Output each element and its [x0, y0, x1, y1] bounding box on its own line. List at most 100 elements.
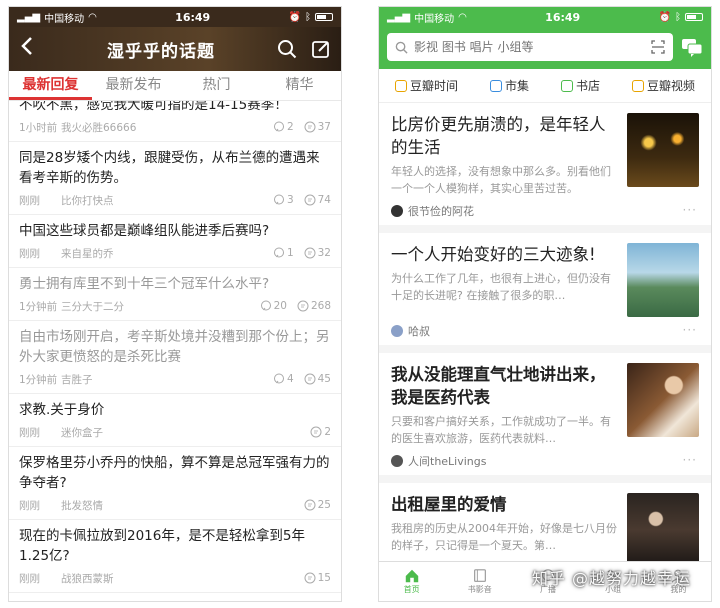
post-author[interactable]: 比你打快点 [61, 193, 263, 208]
like-icon [273, 373, 284, 384]
signal-icon: ▂▄▆ [387, 11, 411, 23]
feed-card[interactable]: 出租屋里的爱情 我租房的历史从2004年开始，好像是七八月份的样子，只记得是一个夏… [379, 483, 711, 563]
tab-latest-reply[interactable]: 最新回复 [9, 71, 92, 100]
list-item[interactable]: 求教.关于身价 刚刚 迷你盒子 2 [9, 394, 341, 447]
comment-count[interactable]: 2 [310, 426, 331, 438]
channel-item[interactable]: 豆瓣时间 [394, 77, 458, 94]
search-button[interactable] [277, 39, 297, 59]
like-icon [260, 300, 271, 311]
post-author[interactable]: 批发怒情 [61, 498, 294, 513]
comment-icon [304, 247, 316, 259]
nav-label: 书影音 [467, 585, 492, 594]
card-description: 为什么工作了几年，也很有上进心，但仍没有十足的长进呢? 在接触了很多的职… [391, 272, 611, 302]
like-count[interactable]: 3 [273, 194, 294, 206]
post-meta: 刚刚 战狼西蒙斯 15 [19, 568, 331, 588]
more-options-icon[interactable]: ··· [683, 453, 697, 467]
channel-item[interactable]: 书店 [560, 77, 600, 94]
search-box[interactable] [387, 33, 673, 61]
like-count[interactable]: 2 [273, 121, 294, 133]
avatar [391, 455, 403, 467]
list-item[interactable]: 现在的卡佩拉放到2016年，是不是轻松拿到5年1.25亿? 刚刚 战狼西蒙斯 15 [9, 520, 341, 593]
scan-icon[interactable] [651, 40, 665, 54]
post-author[interactable]: 三分大于二分 [61, 299, 250, 314]
card-author[interactable]: 人间theLivings [391, 453, 699, 469]
list-item[interactable]: 自由市场刚开启，考辛斯处境并没糟到那个份上；另外大家更愤怒的是杀死比赛 1分钟前吉… [9, 321, 341, 394]
feed-card[interactable]: 比房价更先崩溃的，是年轻人的生活 年轻人的选择，没有想象中那么多。别看他们一个一个… [379, 103, 711, 225]
post-title: 保罗格里芬小乔丹的快船，算不算是总冠军强有力的争夺者? [19, 455, 330, 491]
search-header [379, 27, 711, 69]
post-time: 刚刚 [19, 194, 40, 207]
channel-label: 豆瓣时间 [409, 79, 458, 93]
back-button[interactable] [9, 36, 45, 62]
comment-icon [304, 572, 316, 584]
post-author[interactable]: 迷你盒子 [61, 425, 300, 440]
card-author[interactable]: 很节俭的阿花 [391, 203, 699, 219]
post-author[interactable]: 来自星的乔 [61, 246, 263, 261]
like-count[interactable]: 4 [273, 373, 294, 385]
like-count[interactable]: 1 [273, 247, 294, 259]
nav-item[interactable]: 书影音 [468, 568, 492, 595]
comment-count[interactable]: 37 [304, 121, 331, 133]
post-time: 刚刚 [19, 572, 40, 585]
search-icon [278, 40, 297, 59]
post-meta: 刚刚 比你打快点 3 74 [19, 190, 331, 210]
tab-latest-post[interactable]: 最新发布 [92, 71, 175, 100]
nav-label: 首页 [403, 585, 420, 594]
post-meta: 刚刚 批发怒情 25 [19, 495, 331, 515]
list-item[interactable]: 中国这些球员都是巅峰组队能进季后赛吗? 刚刚 来自星的乔 1 32 [9, 215, 341, 268]
bluetooth-icon: ᛒ [675, 11, 681, 23]
comment-count[interactable]: 74 [304, 194, 331, 206]
post-title: 同是28岁矮个内线，跟腱受伤，从布兰德的遭遇来看考辛斯的伤势。 [19, 150, 320, 186]
compose-button[interactable] [311, 39, 331, 59]
feed-card[interactable]: 一个人开始变好的三大迹象! 为什么工作了几年，也很有上进心，但仍没有十足的长进呢?… [379, 233, 711, 345]
feed-cards[interactable]: 比房价更先崩溃的，是年轻人的生活 年轻人的选择，没有想象中那么多。别看他们一个一个… [379, 103, 711, 563]
post-author[interactable]: 战狼西蒙斯 [61, 571, 294, 586]
post-time: 刚刚 [19, 247, 40, 260]
tab-featured[interactable]: 精华 [258, 71, 341, 100]
post-time: 刚刚 [19, 426, 40, 439]
comment-count[interactable]: 15 [304, 572, 331, 584]
comment-count[interactable]: 45 [304, 373, 331, 385]
post-title: 现在的卡佩拉放到2016年，是不是轻松拿到5年1.25亿? [19, 528, 305, 564]
home-icon [405, 569, 418, 583]
post-time: 1分钟前 [19, 373, 58, 386]
more-options-icon[interactable]: ··· [683, 203, 697, 217]
channel-label: 豆瓣视频 [646, 79, 695, 93]
feed-card[interactable]: 我从没能理直气壮地讲出来，我是医药代表 只要和客户搞好关系，工作就成功了一半。有的… [379, 353, 711, 475]
chat-icon[interactable] [681, 37, 703, 57]
card-author[interactable]: 哈叔 [391, 323, 699, 339]
channel-icon [631, 79, 644, 92]
post-feed[interactable]: 不吹不黑，感觉我大暖可指的是14-15赛季！ 1小时前 我火必胜66666 2 37 同是… [9, 101, 341, 601]
bluetooth-icon: ᛒ [305, 11, 311, 23]
list-item[interactable]: 不吹不黑，感觉我大暖可指的是14-15赛季！ 1小时前 我火必胜66666 2 37 [9, 101, 341, 142]
post-author[interactable]: 我火必胜66666 [61, 120, 263, 135]
status-bar: ▂▄▆ 中国移动 ◠ 16:49 ⏰ ᛒ [379, 7, 711, 27]
channel-item[interactable]: 豆瓣视频 [631, 77, 695, 94]
more-options-icon[interactable]: ··· [683, 323, 697, 337]
right-phone-screen: ▂▄▆ 中国移动 ◠ 16:49 ⏰ ᛒ 豆瓣时间 市集 书店 豆瓣视频 比房价更先崩… [378, 6, 712, 602]
post-time: 刚刚 [19, 499, 40, 512]
list-item[interactable]: 勇士拥有库里不到十年三个冠军什么水平? 1分钟前 三分大于二分 20 268 [9, 268, 341, 321]
search-input[interactable] [414, 40, 645, 54]
post-title: 自由市场刚开启，考辛斯处境并没糟到那个份上；另外大家更愤怒的是杀死比赛 [19, 329, 330, 365]
comment-count[interactable]: 25 [304, 499, 331, 511]
tab-hot[interactable]: 热门 [175, 71, 258, 100]
alarm-icon: ⏰ [658, 11, 671, 23]
list-item[interactable]: 保罗格里芬小乔丹的快船，算不算是总冠军强有力的争夺者? 刚刚 批发怒情 25 [9, 447, 341, 520]
nav-item[interactable]: 首页 [403, 568, 421, 595]
channel-icon [394, 79, 407, 92]
status-time: 16:49 [545, 10, 581, 24]
comment-count[interactable]: 32 [304, 247, 331, 259]
status-bar: ▂▄▆ 中国移动 ◠ 16:49 ⏰ ᛒ [9, 7, 341, 27]
list-item[interactable]: 同是28岁矮个内线，跟腱受伤，从布兰德的遭遇来看考辛斯的伤势。刚刚 比你打快点 3 7… [9, 142, 341, 215]
channel-item[interactable]: 市集 [489, 77, 529, 94]
comment-count[interactable]: 268 [297, 300, 331, 312]
post-title: 求教.关于身价 [19, 402, 105, 418]
post-meta: 刚刚 迷你盒子 2 [19, 422, 331, 442]
like-count[interactable]: 20 [260, 300, 287, 312]
post-meta: 1分钟前 三分大于二分 20 268 [19, 296, 331, 316]
book-film-icon [473, 569, 486, 582]
comment-icon [310, 426, 322, 438]
post-author[interactable]: 吉胜子 [61, 372, 263, 387]
avatar [391, 205, 403, 217]
